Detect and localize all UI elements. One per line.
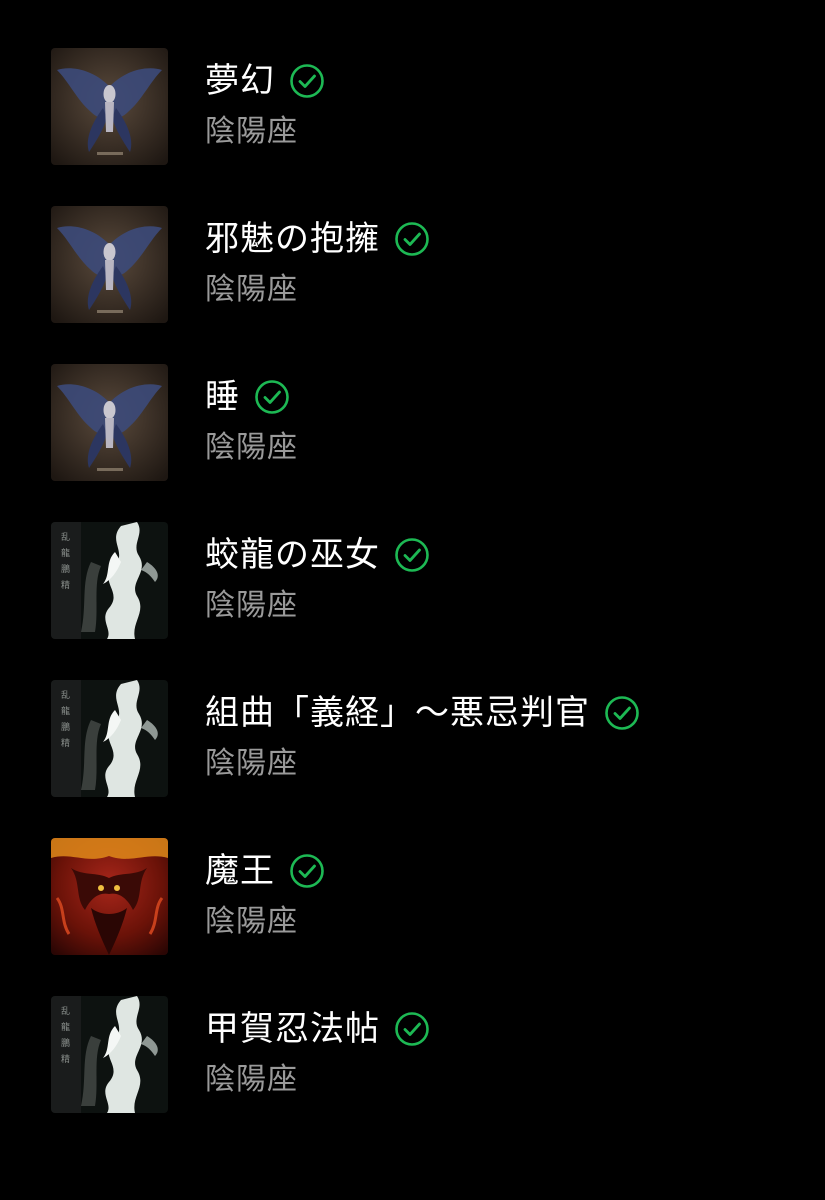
track-row[interactable]: 睡 陰陽座 [0,364,825,522]
track-artist[interactable]: 陰陽座 [205,428,298,468]
svg-text:鵬: 鵬 [61,563,70,575]
downloaded-check-icon [604,695,640,731]
track-title[interactable]: 夢幻 [205,60,275,102]
title-row: 夢幻 [205,60,325,102]
downloaded-check-icon [394,1011,430,1047]
album-art-butterfly-angel [51,48,168,165]
svg-text:鵬: 鵬 [61,721,70,733]
svg-text:龍: 龍 [61,547,70,559]
svg-text:乱: 乱 [61,1006,70,1017]
track-row[interactable]: 夢幻 陰陽座 [0,48,825,206]
downloaded-check-icon [289,63,325,99]
track-artist[interactable]: 陰陽座 [205,112,298,152]
track-title[interactable]: 睡 [205,376,240,418]
track-row[interactable]: 魔王 陰陽座 [0,838,825,996]
track-list: 夢幻 陰陽座 邪魅の抱擁 陰陽座 睡 陰陽座 乱 龍 鵬 精 蛟龍の巫女 陰陽座… [0,48,825,1154]
track-artist[interactable]: 陰陽座 [205,1060,298,1100]
album-art-red-demon [51,838,168,955]
svg-text:精: 精 [61,737,70,749]
track-row[interactable]: 乱 龍 鵬 精 甲賀忍法帖 陰陽座 [0,996,825,1154]
title-row: 邪魅の抱擁 [205,218,430,260]
track-title[interactable]: 邪魅の抱擁 [205,218,380,260]
album-art-white-dragon: 乱 龍 鵬 精 [51,522,168,639]
downloaded-check-icon [394,221,430,257]
album-art-white-dragon: 乱 龍 鵬 精 [51,996,168,1113]
track-title[interactable]: 甲賀忍法帖 [205,1008,380,1050]
track-artist[interactable]: 陰陽座 [205,744,298,784]
svg-text:精: 精 [61,1053,70,1065]
title-row: 組曲「義経」～悪忌判官 [205,692,640,734]
track-artist[interactable]: 陰陽座 [205,586,298,626]
svg-text:乱: 乱 [61,690,70,701]
track-row[interactable]: 邪魅の抱擁 陰陽座 [0,206,825,364]
track-title[interactable]: 組曲「義経」～悪忌判官 [205,692,590,734]
downloaded-check-icon [289,853,325,889]
title-row: 魔王 [205,850,325,892]
svg-text:龍: 龍 [61,1021,70,1033]
downloaded-check-icon [254,379,290,415]
svg-text:鵬: 鵬 [61,1037,70,1049]
title-row: 睡 [205,376,290,418]
svg-text:精: 精 [61,579,70,591]
track-artist[interactable]: 陰陽座 [205,902,298,942]
svg-text:乱: 乱 [61,532,70,543]
album-art-white-dragon: 乱 龍 鵬 精 [51,680,168,797]
track-title[interactable]: 魔王 [205,850,275,892]
album-art-butterfly-angel [51,206,168,323]
track-row[interactable]: 乱 龍 鵬 精 蛟龍の巫女 陰陽座 [0,522,825,680]
downloaded-check-icon [394,537,430,573]
track-artist[interactable]: 陰陽座 [205,270,298,310]
track-row[interactable]: 乱 龍 鵬 精 組曲「義経」～悪忌判官 陰陽座 [0,680,825,838]
title-row: 甲賀忍法帖 [205,1008,430,1050]
svg-text:龍: 龍 [61,705,70,717]
album-art-butterfly-angel [51,364,168,481]
track-title[interactable]: 蛟龍の巫女 [205,534,380,576]
title-row: 蛟龍の巫女 [205,534,430,576]
